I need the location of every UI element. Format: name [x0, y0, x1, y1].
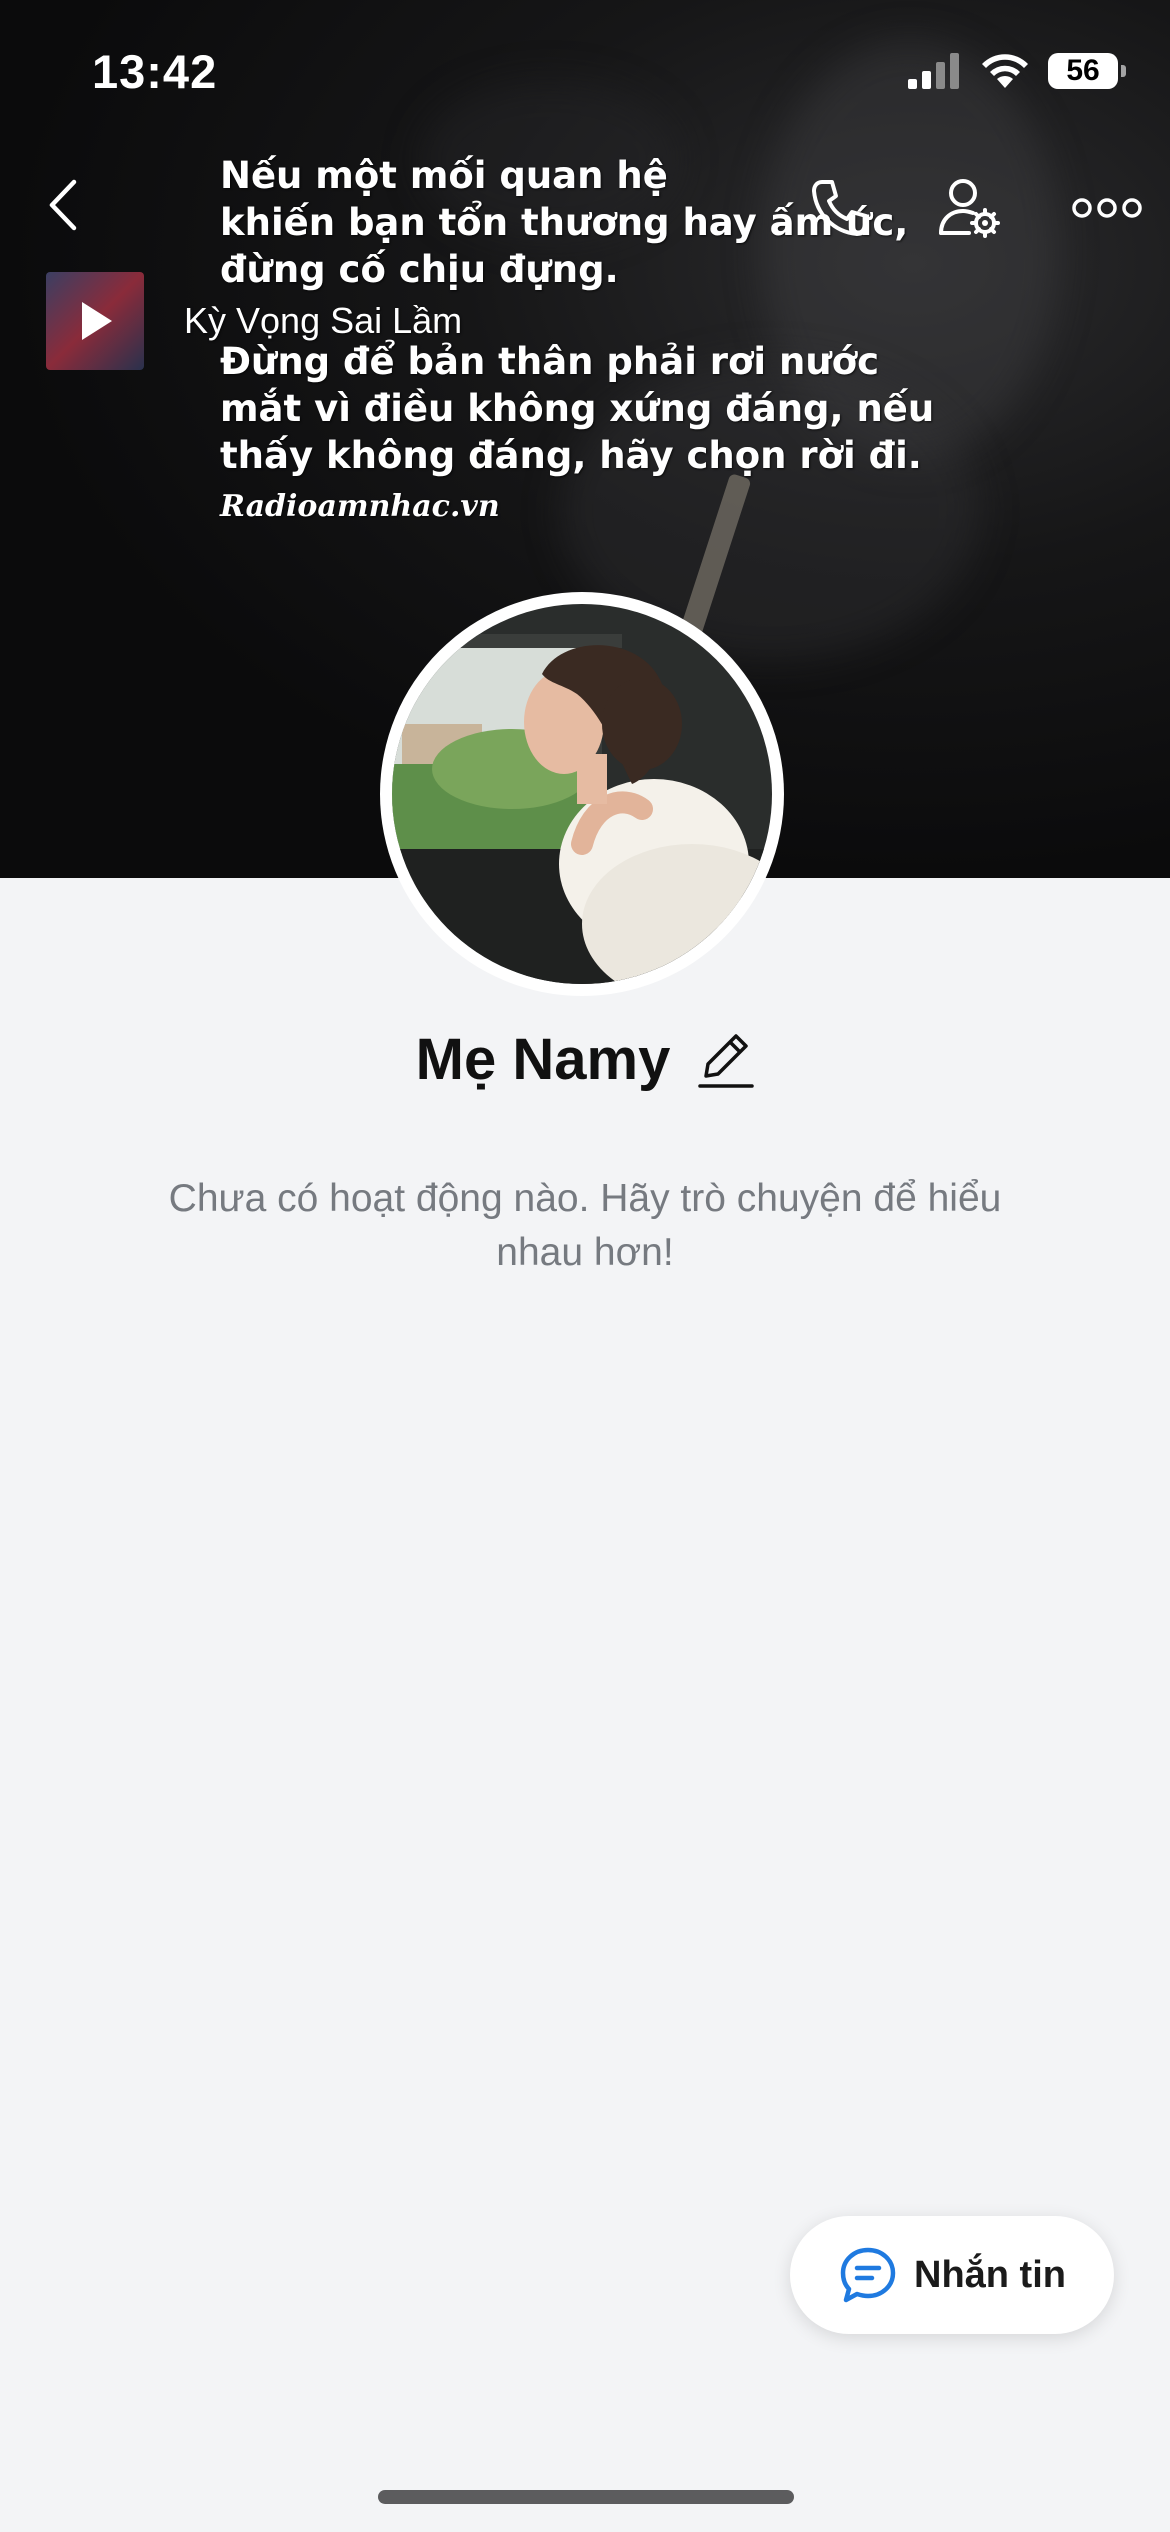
edit-name-button[interactable]: [698, 1028, 755, 1092]
status-time: 13:42: [92, 45, 218, 98]
quote-line: thấy không đáng, hãy chọn rời đi.: [220, 434, 922, 477]
pencil-icon: [698, 1033, 755, 1088]
profile-settings-button[interactable]: [930, 168, 1010, 248]
battery-level: 56: [1066, 54, 1100, 87]
user-settings-icon: [939, 179, 1000, 238]
wifi-icon: [982, 54, 1028, 88]
chat-bubble-icon: [840, 2247, 896, 2303]
phone-icon: [812, 180, 868, 236]
send-message-button[interactable]: Nhắn tin: [790, 2216, 1114, 2334]
signal-icon: [908, 53, 959, 89]
play-icon: [82, 302, 112, 340]
battery-icon: 56: [1048, 53, 1126, 89]
more-icon: [1072, 198, 1142, 218]
avatar[interactable]: [380, 592, 784, 996]
avatar-image: [392, 604, 772, 984]
empty-activity-message: Chưa có hoạt động nào. Hãy trò chuyện để…: [168, 1177, 1002, 1274]
call-button[interactable]: [800, 168, 880, 248]
profile-name: Mẹ Namy: [415, 1027, 671, 1092]
quote-source: Radioamnhac.vn: [220, 489, 500, 524]
song-title: Kỳ Vọng Sai Lầm: [184, 300, 463, 341]
avatar-photo: [392, 604, 772, 984]
profile-screen: Nếu một mối quan hệ khiến bạn tổn thương…: [0, 0, 1170, 2532]
more-options-button[interactable]: [1062, 168, 1152, 248]
status-icons: 56: [908, 52, 1126, 90]
album-art[interactable]: [46, 272, 144, 370]
profile-music[interactable]: Kỳ Vọng Sai Lầm: [46, 272, 462, 370]
back-button[interactable]: [28, 170, 98, 240]
quote-line: mắt vì điều không xứng đáng, nếu: [220, 387, 935, 430]
chevron-left-icon: [49, 179, 77, 231]
profile-name-row: Mẹ Namy: [0, 1026, 1170, 1093]
send-message-label: Nhắn tin: [914, 2253, 1066, 2296]
home-indicator[interactable]: [378, 2490, 794, 2504]
